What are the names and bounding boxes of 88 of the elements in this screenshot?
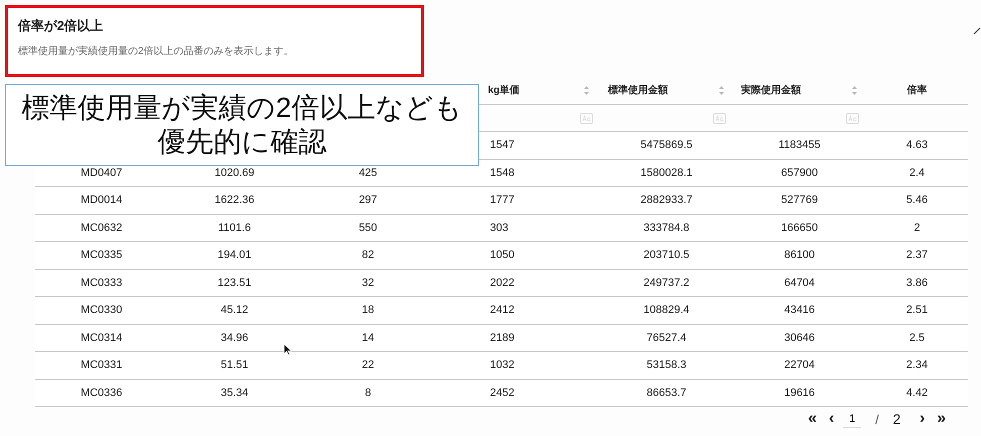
callout-text: 標準使用量が実績の2倍以上なども: [22, 91, 462, 125]
table-cell: 82: [362, 249, 374, 262]
table-cell: MC0333: [80, 276, 122, 289]
table-cell: MC0632: [80, 222, 122, 234]
table-cell: 5.46: [906, 194, 928, 206]
table-cell: 1622.36: [214, 194, 254, 206]
sort-icon[interactable]: [851, 84, 858, 96]
page-separator: /: [875, 412, 879, 426]
next-page-button[interactable]: ›: [916, 409, 928, 429]
table-cell: MD0014: [80, 194, 122, 206]
table-cell: 22704: [784, 359, 815, 372]
column-header[interactable]: 実際使用金額: [741, 83, 801, 97]
table-cell: 14: [362, 332, 374, 344]
table-cell: 203710.5: [644, 249, 690, 262]
card-title: 倍率が2倍以上: [18, 17, 104, 35]
table-cell: MC0330: [80, 304, 122, 316]
table-cell: 1032: [490, 359, 514, 372]
table-cell: 2412: [490, 304, 514, 316]
table-cell: 1548: [490, 166, 514, 179]
table-cell: 333784.8: [644, 222, 690, 234]
table-cell: MC0335: [80, 249, 122, 262]
table-cell: 1101.6: [218, 222, 251, 234]
table-cell: 64704: [784, 276, 815, 289]
callout-text: 優先的に確認: [158, 125, 326, 159]
table-cell: 1020.69: [214, 166, 254, 179]
table-cell: 34.96: [220, 332, 248, 344]
table-cell: 5475869.5: [640, 139, 692, 152]
table-cell: 3.86: [906, 276, 928, 289]
last-page-button[interactable]: »: [934, 409, 949, 429]
table-cell: 2.4: [909, 166, 925, 179]
table-cell: 22: [362, 359, 374, 372]
table-cell: 76527.4: [646, 332, 686, 344]
table-cell: 2189: [490, 332, 514, 344]
table-cell: 86100: [784, 249, 815, 262]
sort-icon[interactable]: [583, 84, 590, 96]
card-description: 標準使用量が実績使用量の2倍以上の品番のみを表示します。: [18, 44, 295, 58]
filter-icon[interactable]: [846, 112, 859, 124]
table-cell: MC0336: [80, 386, 122, 399]
filter-icon[interactable]: [580, 112, 593, 124]
table-cell: 30646: [784, 332, 815, 344]
table-cell: 425: [358, 166, 378, 179]
filter-icon[interactable]: [713, 112, 726, 124]
table-cell: 4.63: [906, 139, 928, 152]
table-cell: 2.5: [909, 332, 925, 344]
table-cell: 2022: [490, 276, 514, 289]
table-cell: 550: [358, 222, 378, 234]
table-cell: 2.34: [906, 359, 928, 372]
table-cell: 2452: [490, 386, 514, 399]
column-header[interactable]: kg単価: [488, 83, 520, 97]
table-cell: 1580028.1: [640, 166, 692, 179]
table-cell: 18: [362, 304, 374, 316]
table-cell: 32: [362, 276, 374, 289]
total-pages: 2: [892, 411, 901, 427]
column-header[interactable]: 倍率: [907, 83, 927, 97]
table-cell: MC0314: [80, 332, 122, 344]
table-cell: 1547: [490, 139, 514, 152]
table-cell: 297: [358, 194, 378, 206]
column-header[interactable]: 標準使用金額: [608, 83, 668, 97]
table-cell: 194.01: [218, 249, 252, 262]
table-cell: 35.34: [220, 386, 248, 399]
table-cell: 8: [364, 386, 372, 399]
table-cell: MC0331: [80, 359, 122, 372]
table-cell: 45.12: [220, 304, 248, 316]
table-cell: 108829.4: [644, 304, 690, 316]
page-input[interactable]: 1: [843, 410, 862, 428]
sort-icon[interactable]: [718, 84, 725, 96]
previous-page-button[interactable]: ‹: [826, 409, 838, 429]
table-cell: 86653.7: [646, 386, 686, 399]
table-cell: MD0407: [80, 166, 122, 179]
table-cell: 2882933.7: [640, 194, 692, 206]
table-cell: 1183455: [778, 139, 820, 152]
table-cell: 2: [914, 222, 920, 234]
table-cell: 2.51: [906, 304, 928, 316]
table-cell: 303: [490, 222, 508, 234]
table-cell: 527769: [781, 194, 818, 206]
table-cell: 2.37: [906, 249, 928, 262]
table-cell: 1050: [490, 249, 514, 262]
table-cell: 43416: [784, 304, 815, 316]
table-cell: 123.51: [218, 276, 252, 289]
table-cell: 657900: [781, 166, 818, 179]
table-cell: 249737.2: [644, 276, 690, 289]
table-cell: 19616: [784, 386, 815, 399]
table-cell: 51.51: [220, 359, 248, 372]
table-cell: 1777: [490, 194, 514, 206]
table-cell: 166650: [781, 222, 818, 234]
table-cell: 4.42: [906, 386, 928, 399]
first-page-button[interactable]: «: [805, 409, 820, 429]
table-cell: 53158.3: [646, 359, 686, 372]
